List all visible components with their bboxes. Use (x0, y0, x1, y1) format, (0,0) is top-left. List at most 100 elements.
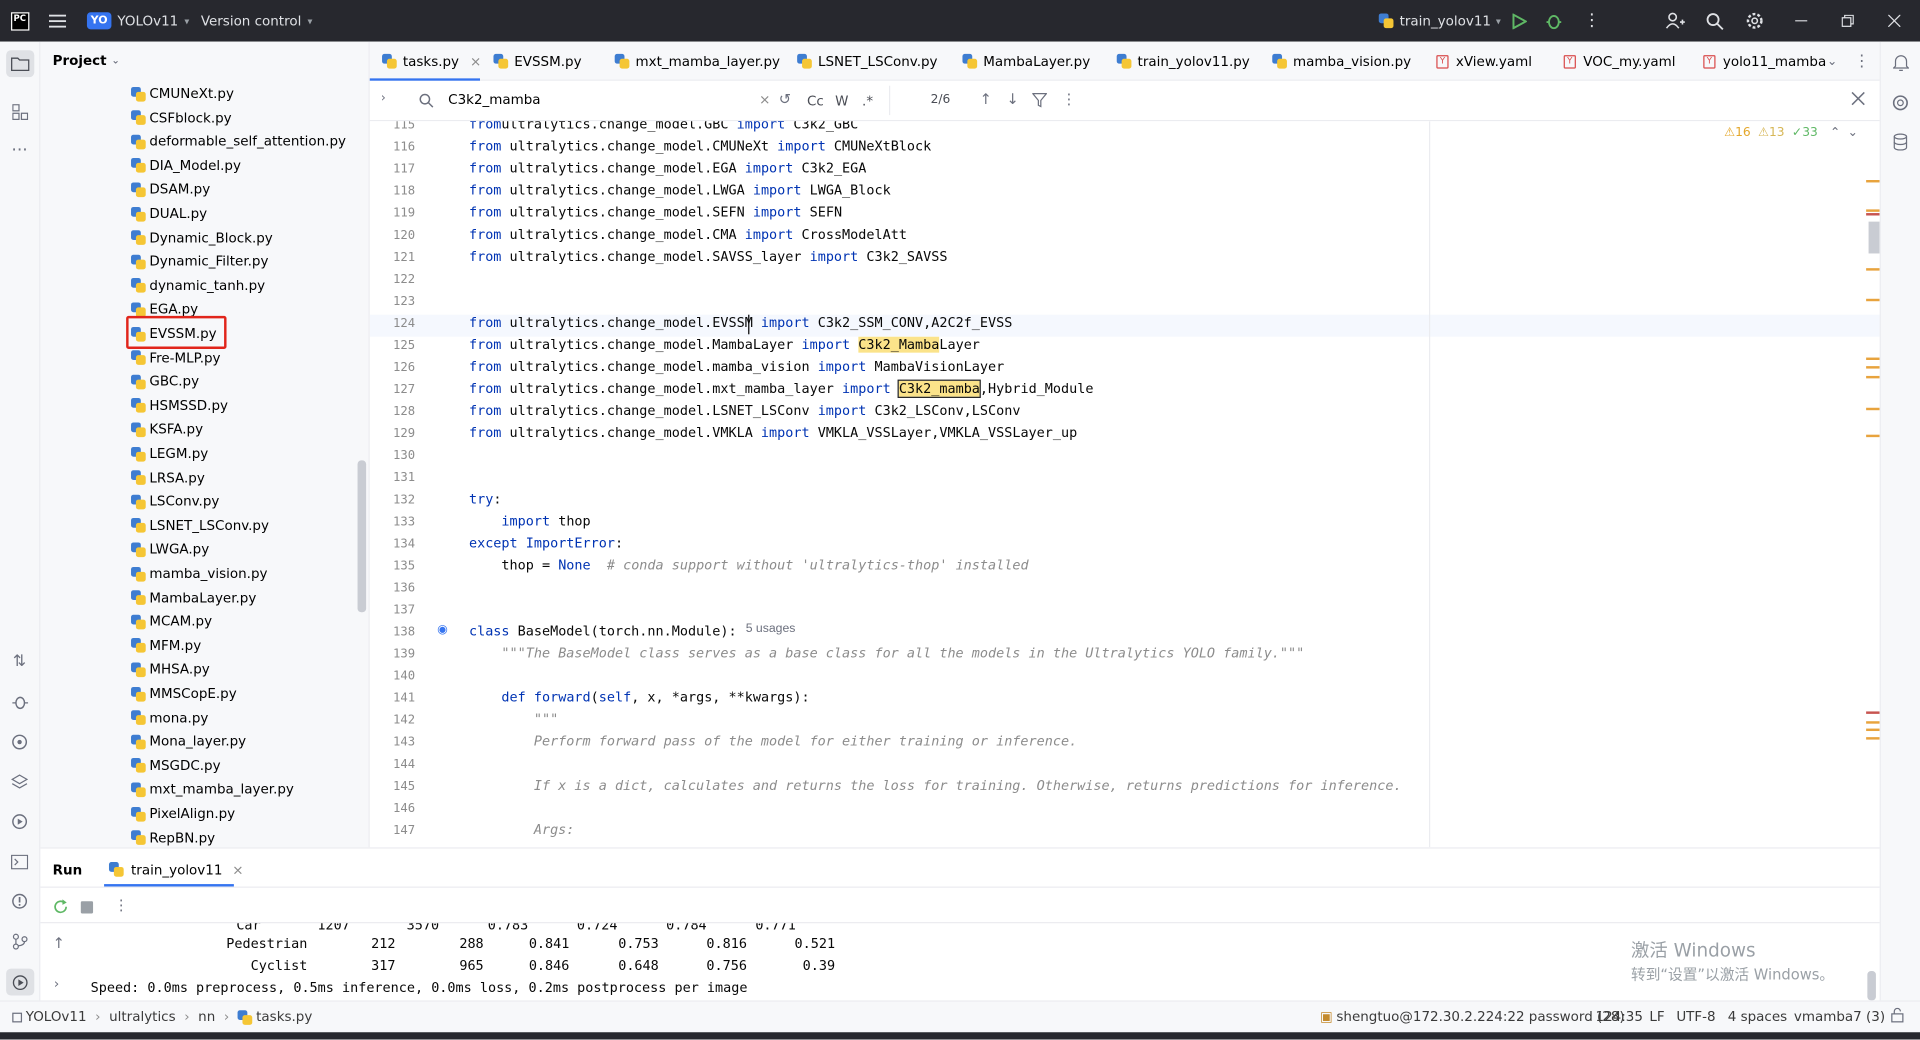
tree-file-item[interactable]: CSFblock.py (131, 106, 232, 129)
tree-file-item[interactable]: LWGA.py (131, 538, 209, 561)
code-line[interactable]: from ultralytics.change_model.CMA import… (469, 227, 907, 243)
code-line[interactable]: from ultralytics.change_model.SAVSS_laye… (469, 249, 948, 265)
tree-file-item[interactable]: Dynamic_Filter.py (131, 250, 268, 273)
tab-mxt-mamba-layer-py[interactable]: mxt_mamba_layer.py (614, 42, 780, 81)
tab-voc-my-yaml[interactable]: Y VOC_my.yaml (1563, 42, 1676, 81)
tree-file-item[interactable]: Fre-MLP.py (131, 346, 221, 369)
code-line[interactable]: Perform forward pass of the model for ei… (469, 733, 1077, 749)
tab-train-yolov11-py[interactable]: train_yolov11.py (1116, 42, 1250, 81)
tree-file-item[interactable]: RepBN.py (131, 826, 215, 847)
tree-file-item[interactable]: LRSA.py (131, 466, 205, 489)
tree-file-item[interactable]: DUAL.py (131, 202, 207, 225)
code-line[interactable]: thop = None # conda support without 'ult… (469, 557, 1028, 573)
filter-icon[interactable] (1031, 93, 1048, 111)
database-icon[interactable] (1889, 131, 1911, 153)
match-case-toggle[interactable]: Cc (807, 93, 824, 109)
python-packages-icon[interactable] (9, 731, 31, 753)
tree-file-item[interactable]: DIA_Model.py (131, 154, 241, 177)
breadcrumb-item[interactable]: tasks.py (256, 1009, 312, 1025)
code-line[interactable]: from ultralytics.change_model.EGA import… (469, 160, 866, 176)
caret-position[interactable]: 124:35 (1596, 1009, 1643, 1025)
close-tab-icon[interactable]: × (470, 53, 481, 69)
code-line[interactable]: import thop (469, 513, 590, 529)
tree-file-item[interactable]: GBC.py (131, 370, 199, 393)
inspection-widget[interactable]: ⚠16 ⚠13 ✓33 ⌃ ⌄ (1724, 126, 1858, 139)
previous-match-arrow-up-icon[interactable]: ↑ (980, 91, 992, 108)
structure-icon[interactable] (9, 100, 31, 122)
search-icon[interactable] (1706, 0, 1724, 42)
tree-file-item[interactable]: mamba_vision.py (131, 562, 267, 585)
code-line[interactable]: from ultralytics.change_model.LSNET_LSCo… (469, 403, 1020, 419)
vcs-commit-icon[interactable]: ⇅ (9, 650, 31, 672)
code-line[interactable]: try: (469, 491, 501, 507)
file-encoding[interactable]: UTF-8 (1676, 1009, 1715, 1025)
tab-lsnet-lsconv-py[interactable]: LSNET_LSConv.py (797, 42, 938, 81)
usages-hint[interactable]: 5 usages (746, 622, 796, 635)
tree-file-item[interactable]: CMUNeXt.py (131, 83, 234, 105)
scroll-up-arrow-icon[interactable]: ↑ (53, 934, 65, 951)
breadcrumb-item[interactable]: YOLOv11 (26, 1009, 87, 1025)
breadcrumb-item[interactable]: nn (198, 1009, 215, 1025)
code-line[interactable]: fromultralytics.change_model.GBC import … (469, 121, 858, 132)
error-stripe[interactable] (1866, 180, 1880, 847)
find-more-icon[interactable]: ⋮ (1062, 91, 1077, 108)
tree-file-item[interactable]: LEGM.py (131, 442, 208, 465)
debug-bug-icon[interactable] (9, 691, 31, 713)
python-environment[interactable]: vmamba7 (3) (1794, 1009, 1885, 1025)
services-icon[interactable] (9, 811, 31, 833)
tabs-overflow-chevron-icon[interactable]: ⌄ (1827, 42, 1837, 81)
code-line[interactable]: from ultralytics.change_model.LWGA impor… (469, 182, 891, 198)
tree-file-item[interactable]: MFM.py (131, 634, 201, 657)
tree-file-item[interactable]: MMSCopE.py (131, 682, 237, 705)
next-match-arrow-down-icon[interactable]: ↓ (1007, 91, 1019, 108)
close-window-icon[interactable] (1888, 0, 1901, 42)
code-editor[interactable]: 115 fromultralytics.change_model.GBC impo… (369, 121, 1880, 848)
console-scrollbar[interactable] (1867, 971, 1876, 1001)
more-horizontal-icon[interactable]: ··· (9, 140, 31, 162)
project-selector[interactable]: YO YOLOv11 ▾ (86, 0, 189, 42)
run-config-selector[interactable]: train_yolov11 ▾ (1378, 0, 1501, 42)
tree-file-item[interactable]: LSConv.py (131, 490, 219, 513)
tab-xview-yaml[interactable]: YxView.yaml (1436, 42, 1532, 81)
whole-word-toggle[interactable]: W (835, 93, 848, 109)
code-line[interactable]: from ultralytics.change_model.SEFN impor… (469, 204, 842, 220)
tree-file-item[interactable]: Dynamic_Block.py (131, 226, 273, 249)
close-tab-icon[interactable]: × (232, 861, 243, 877)
tree-file-item[interactable]: Mona_layer.py (131, 730, 246, 753)
tree-scrollbar[interactable] (357, 460, 367, 613)
code-line[interactable]: except ImportError: (469, 535, 623, 551)
code-line[interactable]: from ultralytics.change_model.CMUNeXt im… (469, 138, 931, 154)
code-line[interactable]: Args: (469, 822, 575, 838)
usages-gutter-icon[interactable]: ◉ (437, 623, 448, 636)
tree-file-item[interactable]: DSAM.py (131, 178, 210, 201)
indent-setting[interactable]: 4 spaces (1728, 1009, 1787, 1025)
main-menu-icon[interactable] (48, 0, 67, 42)
close-find-icon[interactable] (1851, 91, 1865, 109)
tree-file-item[interactable]: mona.py (131, 706, 208, 729)
tab-yolo11-mamba[interactable]: Yyolo11_mamba (1703, 42, 1826, 81)
code-line[interactable]: """The BaseModel class serves as a base … (469, 645, 1304, 661)
code-line[interactable]: from ultralytics.change_model.VMKLA impo… (469, 425, 1077, 441)
run-icon[interactable] (1511, 0, 1527, 42)
tree-file-item[interactable]: MHSA.py (131, 658, 210, 681)
stop-icon[interactable] (80, 901, 94, 914)
tree-file-item[interactable]: mxt_mamba_layer.py (131, 778, 294, 801)
run-tool-icon[interactable] (6, 968, 35, 996)
tree-file-item[interactable]: KSFA.py (131, 418, 203, 441)
tree-file-item[interactable]: MSGDC.py (131, 754, 221, 777)
tabs-more-icon[interactable]: ⋮ (1854, 42, 1870, 81)
more-vertical-icon[interactable]: ⋮ (1583, 0, 1600, 42)
terminal-icon[interactable] (9, 851, 31, 873)
layers-icon[interactable] (9, 771, 31, 793)
minimize-window-icon[interactable] (1795, 0, 1808, 42)
tree-file-item[interactable]: HSMSSD.py (131, 394, 228, 417)
code-line[interactable]: from ultralytics.change_model.MambaLayer… (469, 336, 980, 353)
problems-icon[interactable] (9, 890, 31, 912)
code-line[interactable]: """ (469, 711, 558, 727)
expand-chevron-icon[interactable]: › (54, 976, 59, 992)
readonly-lock-icon[interactable] (1891, 1007, 1904, 1026)
debug-icon[interactable] (1545, 0, 1562, 42)
python-interpreter-remote[interactable]: ▣ shengtuo@172.30.2.224:22 password (28) (1320, 1009, 1625, 1025)
tab-mambalayer-py[interactable]: MambaLayer.py (962, 42, 1090, 81)
search-history-icon[interactable]: ↺ (779, 91, 791, 108)
